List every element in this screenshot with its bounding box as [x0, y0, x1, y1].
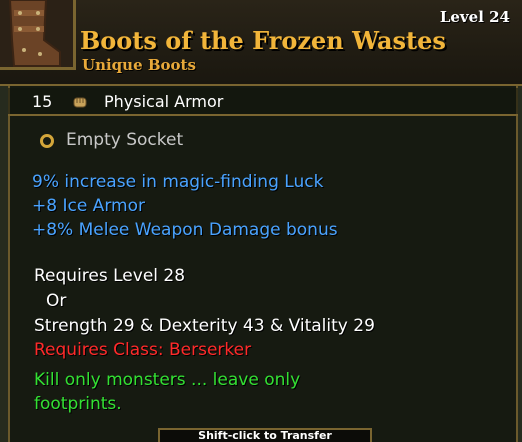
bonus-melee-damage: +8% Melee Weapon Damage bonus [32, 220, 338, 240]
armor-fist-icon [72, 94, 88, 108]
requirement-level: Requires Level 28 [34, 266, 186, 286]
socket-label: Empty Socket [66, 130, 184, 150]
armor-label: Physical Armor [104, 92, 224, 111]
flavor-text-line-2: footprints. [34, 394, 122, 414]
requirement-class: Requires Class: Berserker [34, 340, 252, 360]
bonus-magic-find: 9% increase in magic-finding Luck [32, 172, 324, 192]
requirement-stats: Strength 29 & Dexterity 43 & Vitality 29 [34, 316, 375, 336]
armor-value: 15 [32, 92, 53, 111]
item-level: Level 24 [439, 8, 510, 26]
item-name: Boots of the Frozen Wastes [80, 26, 446, 55]
requirement-or: Or [46, 291, 67, 311]
boot-portrait-icon [0, 0, 76, 70]
item-type: Unique Boots [82, 56, 196, 74]
socket-ring-icon [40, 134, 54, 148]
transfer-hint: Shift-click to Transfer [158, 428, 372, 442]
flavor-text-line-1: Kill only monsters ... leave only [34, 370, 301, 390]
armor-stat-row: 15 Physical Armor [8, 88, 518, 116]
bonus-ice-armor: +8 Ice Armor [32, 196, 145, 216]
tooltip-header: Level 24 Boots of the Frozen Wastes Uniq… [0, 0, 522, 86]
